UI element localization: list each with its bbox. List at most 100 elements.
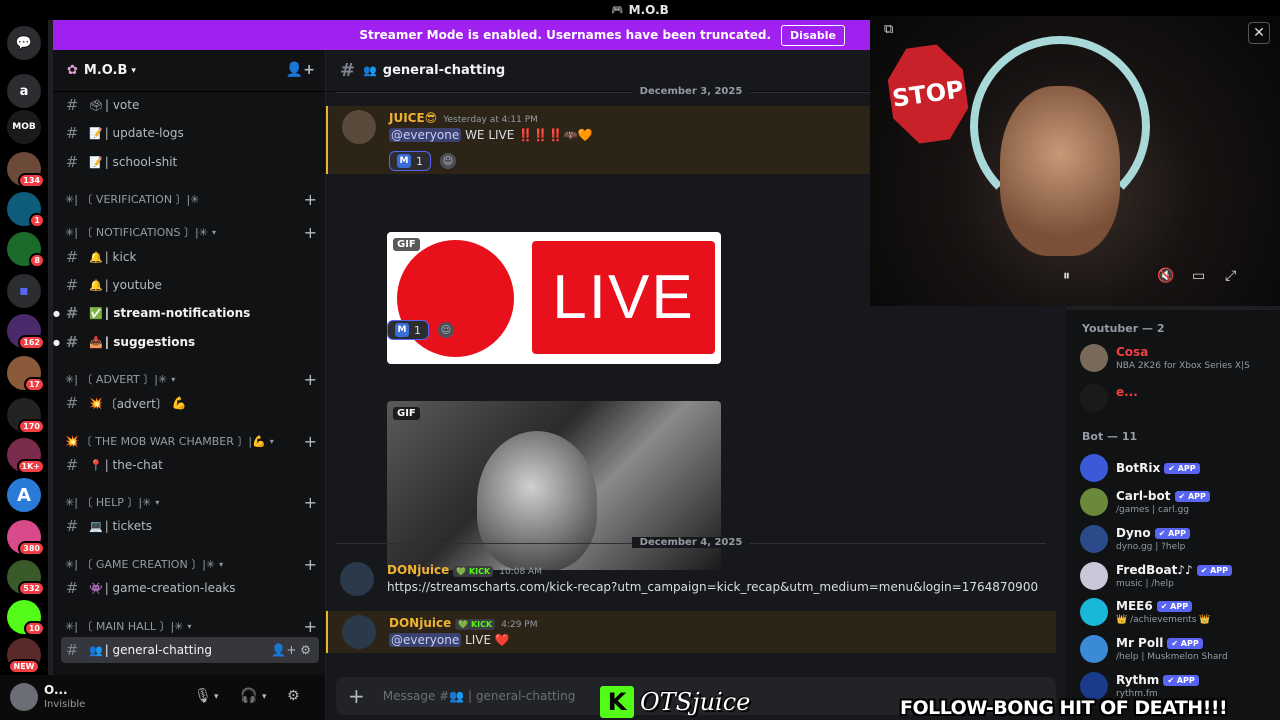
gear-icon[interactable]: ⚙	[287, 688, 300, 704]
member-item[interactable]: Carl-bot ✔ APP /games | carl.gg	[1080, 486, 1280, 522]
server-icon[interactable]: 134	[7, 152, 45, 188]
server-icon-mob[interactable]: MOB	[7, 110, 41, 144]
member-avatar	[1080, 525, 1108, 553]
server-icon[interactable]: 380	[7, 520, 45, 556]
server-icon[interactable]: 10	[7, 600, 45, 636]
server-icon[interactable]: 1	[7, 192, 45, 228]
category-game-creation[interactable]: ✳| 〔 GAME CREATION 〕|✳ ▾ +	[65, 555, 317, 574]
channel-suggestions[interactable]: ● # 📥 | suggestions	[53, 329, 319, 355]
message[interactable]: DONjuice 💚 KICK 4:29 PM @everyone LIVE ❤️	[326, 611, 1056, 653]
channel-youtube[interactable]: # 🔔 | youtube	[61, 272, 319, 298]
add-reaction-icon[interactable]: ☺	[440, 153, 456, 169]
headphones-icon[interactable]: 🎧	[240, 688, 257, 704]
chevron-down-icon[interactable]: ▾	[214, 692, 219, 702]
bot-name: Mr Poll	[1116, 636, 1164, 650]
message-author[interactable]: JUICE😎 Yesterday at 4:11 PM	[389, 111, 538, 125]
mention[interactable]: @everyone	[389, 633, 462, 647]
message[interactable]: DONjuice 💚 KICK 10:08 AM https://streamsch…	[326, 558, 1056, 600]
fullscreen-icon[interactable]: ⤢	[1225, 268, 1236, 284]
add-reaction-icon[interactable]: ☺	[438, 322, 454, 338]
member-item[interactable]: BotRix ✔ APP	[1080, 452, 1280, 488]
pause-icon[interactable]: ⏸	[1063, 268, 1070, 284]
discord-home-icon[interactable]: 💬	[7, 26, 41, 60]
message-time: Yesterday at 4:11 PM	[443, 115, 538, 125]
channel-kick[interactable]: # 🔔 | kick	[61, 244, 319, 270]
author-avatar[interactable]	[342, 615, 376, 649]
member-item[interactable]: Dyno ✔ APP dyno.gg | ?help	[1080, 523, 1280, 559]
user-avatar[interactable]	[10, 683, 38, 711]
category-mob-war-chamber[interactable]: 💥 〔 THE MOB WAR CHAMBER 〕| 💪 ▾ +	[65, 432, 317, 451]
server-icon[interactable]: 1K+	[7, 438, 45, 474]
add-channel-icon[interactable]: +	[304, 617, 317, 636]
author-avatar[interactable]	[342, 110, 376, 144]
channel-general-chatting[interactable]: # 👥 | general-chatting 👤+ ⚙	[61, 637, 319, 663]
channel-vote[interactable]: # 🗳 | vote	[61, 92, 319, 118]
close-icon[interactable]: ✕	[1248, 22, 1270, 44]
server-icon-a-blue[interactable]: A	[7, 478, 41, 512]
app-tag: ✔ APP	[1163, 675, 1199, 686]
message-text: @everyone WE LIVE ‼️‼️‼️🦇🧡	[389, 128, 593, 142]
category-notifications[interactable]: ✳| 〔 NOTIFICATIONS 〕|✳ ▾ +	[65, 223, 317, 242]
channel-update-logs[interactable]: # 📝 | update-logs	[61, 120, 319, 146]
category-main-hall[interactable]: ✳| 〔 MAIN HALL 〕|✳ ▾ +	[65, 617, 317, 636]
flex-emoji-icon: 💪	[252, 434, 266, 448]
hash-icon: #	[65, 124, 79, 142]
add-channel-icon[interactable]: +	[304, 190, 317, 209]
microphone-icon[interactable]: 🎙	[194, 688, 212, 704]
server-label: MOB	[12, 122, 36, 132]
member-name: Mr Poll ✔ APP	[1116, 636, 1203, 650]
streamer-mode-bar: Streamer Mode is enabled. Usernames have…	[53, 20, 870, 50]
memo-emoji-icon: 📝	[89, 126, 103, 140]
category-verification[interactable]: ✳| 〔 VERIFICATION 〕|✳ +	[65, 190, 317, 209]
server-icon[interactable]: 17	[7, 356, 45, 392]
member-item[interactable]: Cosa NBA 2K26 for Xbox Series X|S	[1080, 342, 1280, 378]
chevron-down-icon[interactable]: ▾	[262, 692, 267, 702]
message-author[interactable]: DONjuice 💚 KICK 10:08 AM	[387, 563, 542, 577]
member-name: Cosa	[1116, 345, 1149, 359]
server-icon[interactable]: 162	[7, 314, 45, 350]
add-channel-icon[interactable]: +	[304, 370, 317, 389]
channel-stream-notifications[interactable]: ● # ✅ | stream-notifications	[53, 300, 319, 326]
author-avatar[interactable]	[340, 562, 374, 596]
server-icon[interactable]: 8	[7, 232, 45, 268]
channel-the-chat[interactable]: # 📍 | the-chat	[61, 452, 319, 478]
invite-people-icon[interactable]: 👤+	[286, 62, 315, 78]
channel-advert[interactable]: # 💥 〔advert〕 💪	[61, 390, 319, 416]
member-item[interactable]: MEE6 ✔ APP 👑 /achievements 👑	[1080, 596, 1280, 632]
message-link[interactable]: https://streamscharts.com/kick-recap?utm…	[387, 580, 1038, 594]
server-icon[interactable]: 532	[7, 560, 45, 596]
channel-game-creation-leaks[interactable]: # 👾 | game-creation-leaks	[61, 575, 319, 601]
channel-school[interactable]: # 📝 | school-shit	[61, 149, 319, 175]
live-gif[interactable]: GIF LIVE	[387, 232, 721, 364]
member-avatar	[1080, 562, 1108, 590]
reaction[interactable]: M1	[389, 151, 431, 171]
disable-streamer-mode-button[interactable]: Disable	[781, 24, 845, 46]
member-item[interactable]: e...	[1080, 382, 1280, 418]
server-icon[interactable]: 170	[7, 398, 45, 434]
add-attachment-icon[interactable]: +	[348, 684, 365, 708]
captions-icon[interactable]: ▭	[1192, 268, 1205, 284]
member-item[interactable]: FredBoat♪♪ ✔ APP music | /help	[1080, 560, 1280, 596]
member-item[interactable]: Mr Poll ✔ APP /help | Muskmelon Shard	[1080, 633, 1280, 669]
add-channel-icon[interactable]: +	[304, 223, 317, 242]
server-icon-a[interactable]: a	[7, 74, 41, 108]
reaction[interactable]: M1	[387, 320, 429, 340]
folder-icon[interactable]: ▪	[7, 274, 41, 308]
mute-icon[interactable]: 🔇	[1157, 268, 1174, 284]
message-author[interactable]: DONjuice 💚 KICK 4:29 PM	[389, 616, 538, 630]
kick-tag: 💚 KICK	[453, 566, 494, 577]
add-channel-icon[interactable]: +	[304, 432, 317, 451]
server-header[interactable]: ✿ M.O.B ▾ 👤+	[53, 50, 325, 92]
unread-badge: 162	[18, 335, 45, 350]
add-channel-icon[interactable]: +	[304, 555, 317, 574]
channel-tickets[interactable]: # 💻 | tickets	[61, 513, 319, 539]
category-help[interactable]: ✳| 〔 HELP 〕|✳ ▾ +	[65, 493, 317, 512]
mention[interactable]: @everyone	[389, 128, 462, 142]
add-channel-icon[interactable]: +	[304, 493, 317, 512]
channel-settings-icon[interactable]: 👤+ ⚙	[271, 643, 311, 657]
channel-label: | stream-notifications	[104, 306, 251, 320]
server-icon[interactable]: NEW	[7, 638, 41, 674]
popout-icon[interactable]: ⧉	[884, 22, 893, 37]
category-advert[interactable]: ✳| 〔 ADVERT 〕|✳ ▾ +	[65, 370, 317, 389]
streamer-mode-text: Streamer Mode is enabled. Usernames have…	[359, 28, 772, 42]
